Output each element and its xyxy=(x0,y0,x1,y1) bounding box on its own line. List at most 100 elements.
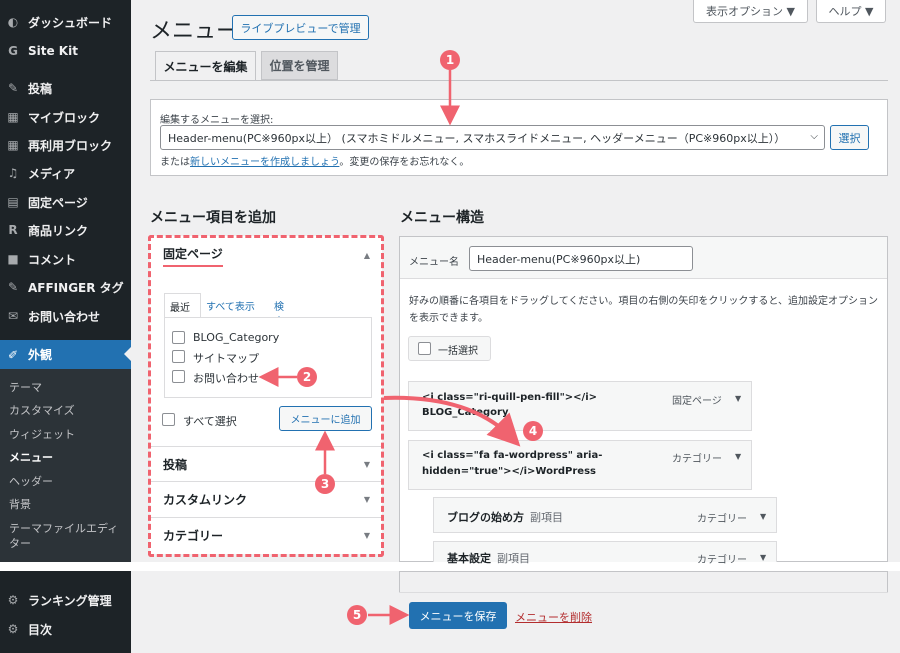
menu-item-title-cont: BLOG_Category xyxy=(422,407,509,418)
menu-instructions: 好みの順番に各項目をドラッグしてください。項目の右側の矢印をクリックすると、追加… xyxy=(409,296,878,324)
menu-item-how-to-start[interactable]: ブログの始め方 副項目 カテゴリー ▼ xyxy=(433,497,777,533)
sidebar-item-site-kit[interactable]: G Site Kit xyxy=(0,37,131,65)
help-button[interactable]: ヘルプ ▼ xyxy=(816,0,886,23)
sidebar-item-reusable-blocks[interactable]: ▦ 再利用ブロック xyxy=(0,131,131,159)
screen-options-button[interactable]: 表示オプション ▼ xyxy=(693,0,808,23)
sidebar-item-media[interactable]: ♫ メディア xyxy=(0,159,131,187)
sidebar-item-my-blocks[interactable]: ▦ マイブロック xyxy=(0,103,131,131)
sidebar-item-label: 外観 xyxy=(28,348,53,362)
sidebar-item-dashboard[interactable]: ◐ ダッシュボード xyxy=(0,8,131,36)
pin-icon: ✎ xyxy=(7,81,19,95)
blocks-icon: ▦ xyxy=(7,110,19,124)
save-menu-button[interactable]: メニューを保存 xyxy=(409,602,507,629)
select-button[interactable]: 選択 xyxy=(830,125,869,150)
create-new-menu-link[interactable]: 新しいメニューを作成しましょう xyxy=(190,157,339,168)
add-items-heading: メニュー項目を追加 xyxy=(150,210,276,226)
dashboard-icon: ◐ xyxy=(7,15,19,29)
pin-icon: ✎ xyxy=(7,280,19,294)
chevron-down-icon[interactable]: ▼ xyxy=(760,512,766,521)
submenu-item-customize[interactable]: カスタマイズ xyxy=(9,402,75,418)
page-icon: ▤ xyxy=(7,195,19,209)
submenu-item-theme-editor-cont: ター xyxy=(9,537,31,550)
panel-edge xyxy=(399,571,888,572)
comment-icon: ■ xyxy=(7,252,19,266)
chevron-down-icon[interactable]: ▼ xyxy=(760,553,766,562)
menu-name-input[interactable]: Header-menu(PC※960px以上) xyxy=(469,246,693,271)
sidebar-item-appearance[interactable]: ✐ 外観 xyxy=(0,340,131,369)
sidebar-item-ranking[interactable]: ⚙ ランキング管理 xyxy=(0,586,131,614)
submenu-item-menus[interactable]: メニュー xyxy=(9,449,53,465)
sidebar-item-label: 投稿 xyxy=(28,81,53,96)
sidebar-item-pages[interactable]: ▤ 固定ページ xyxy=(0,188,131,216)
menu-item-type: カテゴリー xyxy=(697,555,747,566)
blocks-icon: ▦ xyxy=(7,138,19,152)
live-preview-button[interactable]: ライブプレビューで管理 xyxy=(232,15,369,40)
sidebar-item-posts[interactable]: ✎ 投稿 xyxy=(0,74,131,102)
tab-edit-menu[interactable]: メニューを編集 xyxy=(155,51,256,81)
tab-manage-locations[interactable]: 位置を管理 xyxy=(261,51,338,80)
annotation-1: 1 xyxy=(440,50,460,70)
sidebar-item-label: メディア xyxy=(28,166,76,181)
panel-edge-right xyxy=(887,571,888,593)
checkbox-bulk-select[interactable] xyxy=(418,342,431,355)
submenu-item-header[interactable]: ヘッダー xyxy=(9,473,53,489)
gear-icon: ⚙ xyxy=(7,622,19,636)
submenu-item-background[interactable]: 背景 xyxy=(9,496,31,512)
submenu-item-widgets[interactable]: ウィジェット xyxy=(9,426,75,442)
brush-icon: ✐ xyxy=(7,347,19,362)
gear-icon: ⚙ xyxy=(7,593,19,607)
menu-name-value: Header-menu(PC※960px以上) xyxy=(477,252,641,266)
chevron-down-icon[interactable]: ▼ xyxy=(735,452,741,461)
menu-item-title: <i class="fa fa-wordpress" aria- xyxy=(422,450,603,461)
menu-item-title-cont: hidden="true"></i>WordPress xyxy=(422,466,596,477)
sidebar-item-toc[interactable]: ⚙ 目次 xyxy=(0,615,131,643)
sidebar-item-label: 目次 xyxy=(28,622,53,637)
chevron-down-icon[interactable]: ▼ xyxy=(735,394,741,403)
annotation-2: 2 xyxy=(297,367,317,387)
site-kit-icon: G xyxy=(8,44,18,58)
menu-item-wordpress[interactable]: <i class="fa fa-wordpress" aria- hidden=… xyxy=(408,440,752,490)
menu-select-dropdown[interactable]: Header-menu(PC※960px以上） (スマホミドルメニュー, スマホ… xyxy=(160,125,825,150)
sidebar-item-label: AFFINGER タグ xyxy=(28,280,124,295)
menu-structure-heading: メニュー構造 xyxy=(400,210,484,226)
menu-item-type: 固定ページ xyxy=(672,396,722,407)
menu-item-title: <i class="ri-quill-pen-fill"></i> xyxy=(422,392,598,403)
sidebar-item-label: 再利用ブロック xyxy=(28,138,113,153)
highlight-dashed-box xyxy=(148,235,384,557)
current-arrow xyxy=(124,347,131,361)
annotation-4: 4 xyxy=(523,421,543,441)
page-title: メニュー xyxy=(150,19,239,44)
create-menu-note: または新しいメニューを作成しましょう。変更の保存をお忘れなく。 xyxy=(160,153,469,168)
sidebar-item-label: ランキング管理 xyxy=(28,593,112,608)
sidebar-item-affinger-tag[interactable]: ✎ AFFINGER タグ xyxy=(0,273,131,301)
sidebar-item-label: 商品リンク xyxy=(28,223,89,238)
sidebar-item-label: Site Kit xyxy=(28,44,78,58)
mail-icon: ✉ xyxy=(7,309,19,323)
sidebar-item-label: 固定ページ xyxy=(28,195,88,210)
note-prefix: または xyxy=(160,157,190,168)
sidebar-item-label: お問い合わせ xyxy=(28,309,101,324)
sidebar-item-label: コメント xyxy=(28,252,77,267)
footer-divider xyxy=(399,592,888,593)
menu-item-blog-category[interactable]: <i class="ri-quill-pen-fill"></i> BLOG_C… xyxy=(408,381,752,431)
menu-item-title: 基本設定 xyxy=(447,552,491,565)
admin-sidebar: ◐ ダッシュボード G Site Kit ✎ 投稿 ▦ マイブロック ▦ 再利用ブロック … xyxy=(0,0,131,653)
chevron-down-icon: ⌵ xyxy=(810,131,818,142)
delete-menu-link[interactable]: メニューを削除 xyxy=(515,609,592,625)
annotation-5: 5 xyxy=(347,605,367,625)
sub-item-label: 副項目 xyxy=(530,511,563,524)
note-suffix: 。変更の保存をお忘れなく。 xyxy=(339,157,470,168)
select-menu-label: 編集するメニューを選択: xyxy=(160,115,274,126)
menu-item-title: ブログの始め方 xyxy=(447,511,524,524)
sidebar-item-comments[interactable]: ■ コメント xyxy=(0,245,131,273)
menu-item-basic-settings[interactable]: 基本設定 副項目 カテゴリー ▼ xyxy=(433,541,777,566)
submenu-item-theme-editor[interactable]: テーマファイルエディ xyxy=(9,520,118,536)
sidebar-item-label: ダッシュボード xyxy=(28,15,113,30)
menu-item-type: カテゴリー xyxy=(672,454,722,465)
submenu-item-themes[interactable]: テーマ xyxy=(9,379,42,395)
menu-item-type: カテゴリー xyxy=(697,514,747,525)
panel-edge-left xyxy=(399,571,400,593)
tab-divider xyxy=(150,80,888,81)
sidebar-item-contact[interactable]: ✉ お問い合わせ xyxy=(0,302,131,330)
sidebar-item-product-links[interactable]: R 商品リンク xyxy=(0,216,131,244)
